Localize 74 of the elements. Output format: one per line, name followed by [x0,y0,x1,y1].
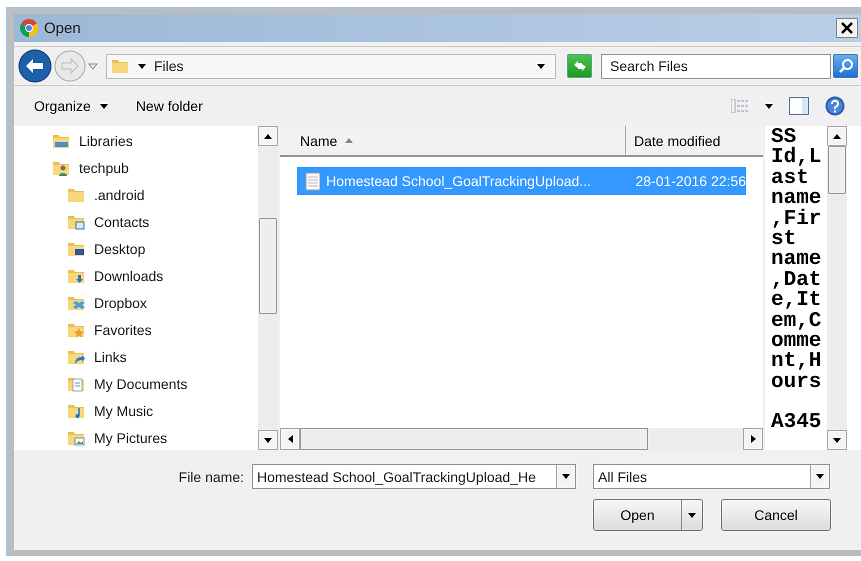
menu-button[interactable]: Organize [34,94,108,118]
preview-text: Id,L [771,148,822,169]
preview-text: e,It [771,291,822,312]
caret-icon [138,64,146,68]
scrollbar-thumb[interactable] [300,428,648,450]
preview-text: name [771,250,822,271]
up-arrow-icon[interactable] [833,134,841,138]
preview-text: omme [771,332,822,352]
caret-icon [816,474,824,479]
close-icon [841,22,853,34]
preview-text: ,Fir [771,210,822,230]
tree-item[interactable]: Favorites [92,320,154,338]
down-arrow-icon[interactable] [833,438,841,442]
caret-icon [688,512,696,518]
right-arrow-icon[interactable] [750,435,756,443]
scrollbar-thumb[interactable] [259,218,277,314]
document-icon [305,172,320,190]
preview-text: st [771,230,796,250]
left-arrow-icon[interactable] [288,435,292,443]
tree-item[interactable]: Downloads [92,266,166,284]
scrollbar[interactable] [258,126,278,450]
app-icon [20,19,38,37]
preview-text: ast [771,168,810,190]
scrollbar[interactable] [280,428,763,450]
toolbar-button[interactable]: New folder [136,94,203,118]
back-button[interactable] [18,49,52,83]
file-date: 28-01-2016 22:56 [635,173,746,189]
tree-item[interactable]: Links [92,348,129,366]
tree-item[interactable]: My Pictures [92,428,170,446]
cancel-button[interactable]: Cancel [721,499,831,531]
caret-icon [537,64,545,68]
refresh-button[interactable] [567,54,592,78]
tree-item[interactable]: Libraries [77,132,135,150]
preview-text: name [771,189,822,210]
column-header[interactable]: Name [280,126,626,155]
file-name: Homestead School_GoalTrackingUpload... [326,173,592,189]
up-arrow-icon[interactable] [264,134,272,138]
help-button[interactable] [825,96,845,116]
caret-icon [100,104,108,108]
column-header[interactable]: Date modified [626,126,763,155]
scrollbar-thumb[interactable] [828,146,846,194]
file-name-field[interactable]: Homestead School_GoalTrackingUpload_He [252,464,576,489]
recent-pages-button[interactable] [88,62,98,70]
tree-item[interactable]: Contacts [92,212,152,230]
view-menu-button[interactable] [765,104,773,108]
preview-text: ours [771,372,822,394]
view-button[interactable] [731,99,749,113]
preview-text: ,Dat [771,270,822,292]
tree-item[interactable]: .android [92,186,147,204]
preview-text: nt,H [771,352,822,373]
down-arrow-icon[interactable] [264,438,272,442]
tree-item[interactable]: My Documents [92,374,190,392]
tree-item[interactable]: Dropbox [92,294,149,312]
folder-icon [111,57,130,75]
search-icon [838,58,854,74]
caret-icon [765,104,773,108]
scrollbar[interactable] [827,126,847,450]
refresh-icon [572,59,588,73]
file-type-dropdown[interactable]: All Files [593,464,830,489]
tree-item[interactable]: My Music [92,402,156,420]
address-bar[interactable]: Files [106,54,556,78]
tree-item[interactable]: techpub [77,158,131,176]
search-button[interactable] [833,54,858,78]
tree-item[interactable]: Desktop [92,240,148,258]
search-field[interactable]: Search Files [601,54,831,78]
preview-pane-button[interactable] [789,97,809,115]
close-button[interactable] [836,18,858,38]
field-label: File name: [178,468,245,484]
preview-text: em,C [771,312,822,332]
breadcrumb[interactable]: Files [154,58,529,74]
preview-text: A345 [771,413,822,434]
caret-icon [562,474,570,479]
window-title: Open [44,20,82,36]
open-button[interactable]: Open [593,499,703,531]
